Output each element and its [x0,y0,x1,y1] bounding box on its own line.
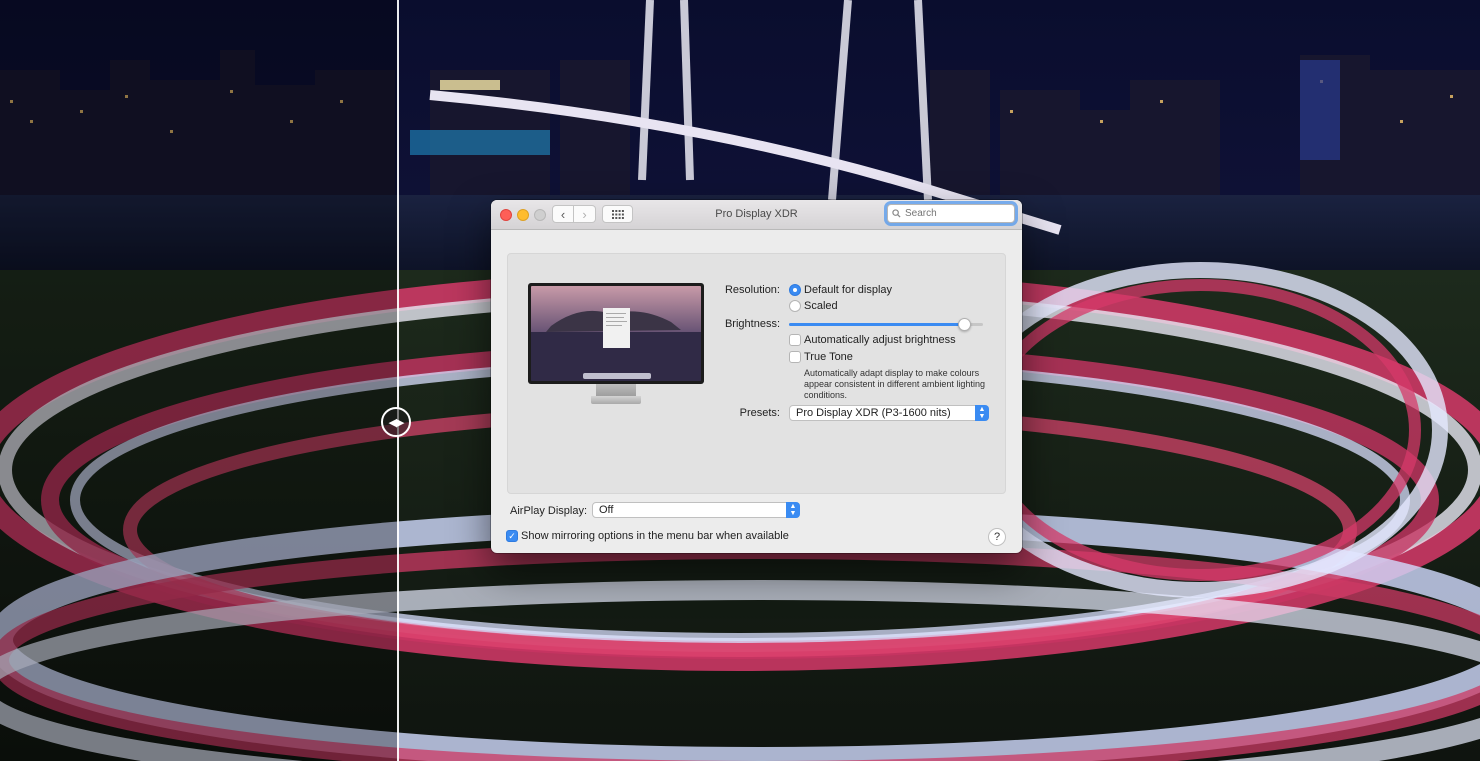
presets-value: Pro Display XDR (P3-1600 nits) [796,407,951,419]
true-tone-label: True Tone [804,351,853,363]
auto-brightness-label: Automatically adjust brightness [804,334,956,346]
true-tone-description: Automatically adapt display to make colo… [804,368,985,400]
search-icon [892,209,901,218]
airplay-label: AirPlay Display: [510,505,588,517]
monitor-preview [528,283,704,404]
help-button[interactable]: ? [988,528,1006,546]
presets-label: Presets: [739,407,780,419]
brightness-label: Brightness: [724,318,780,330]
resolution-default-label: Default for display [804,284,893,296]
popup-arrows-icon: ▲ ▼ [786,502,800,518]
resolution-scaled-label: Scaled [804,300,838,312]
resolution-default-radio[interactable] [789,284,801,296]
true-tone-checkbox[interactable] [789,351,801,363]
monitor-screen [528,283,704,384]
mirroring-label: Show mirroring options in the menu bar w… [521,530,789,542]
airplay-popup[interactable]: Off ▲ ▼ [592,502,800,518]
resolution-scaled-radio[interactable] [789,300,801,312]
title-bar: ‹ › Pro Display XDR [491,200,1022,230]
comparison-divider-line[interactable] [397,0,399,761]
search-field[interactable] [887,204,1015,223]
auto-brightness-checkbox[interactable] [789,334,801,346]
mirroring-checkbox[interactable]: ✓ [506,530,518,542]
popup-arrows-icon: ▲ ▼ [975,405,989,421]
brightness-slider-fill [789,323,964,326]
brightness-slider[interactable] [789,323,983,326]
presets-popup[interactable]: Pro Display XDR (P3-1600 nits) ▲ ▼ [789,405,989,421]
preferences-window: ‹ › Pro Display XDR Search Resolution: D… [491,200,1022,553]
search-input[interactable] [903,207,1007,220]
brightness-slider-knob[interactable] [957,318,971,331]
resolution-label: Resolution: [724,284,780,296]
airplay-value: Off [599,504,614,516]
display-settings-panel: Resolution: Default for display Scaled B… [507,253,1006,494]
comparison-drag-handle-icon[interactable]: ◀▶ [381,407,411,437]
